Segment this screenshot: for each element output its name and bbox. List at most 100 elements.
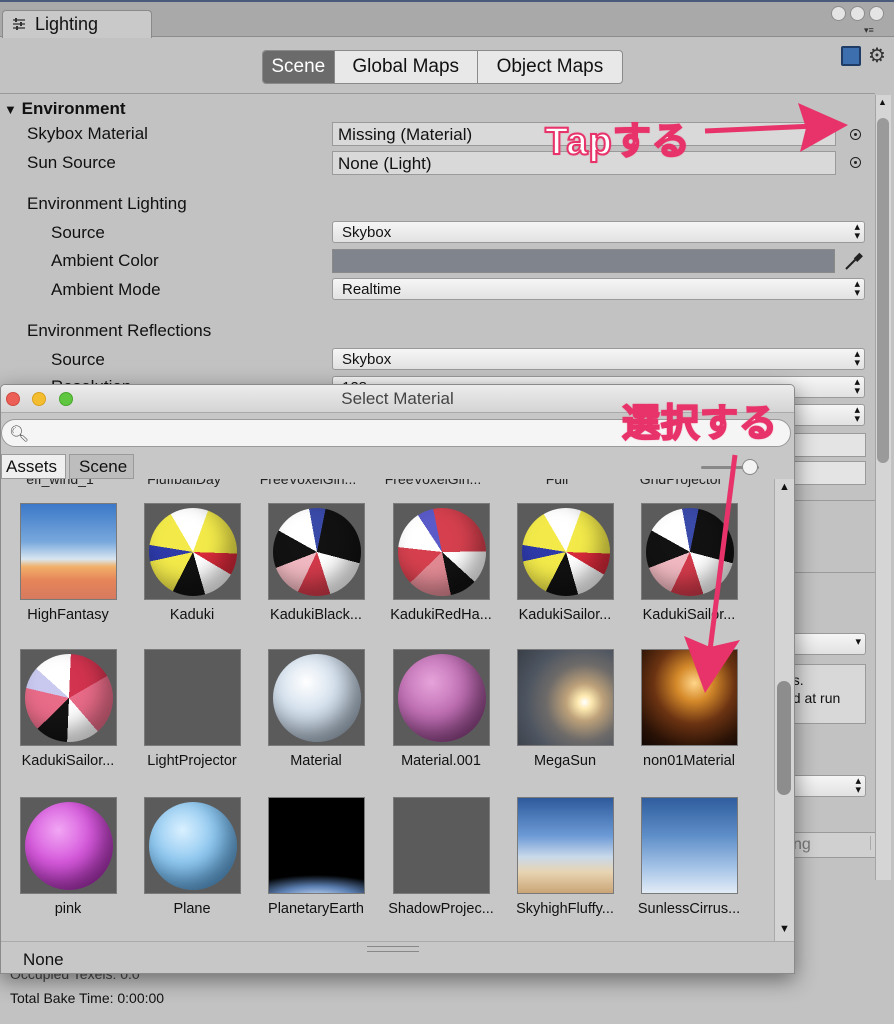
material-thumbnail[interactable] (641, 797, 738, 894)
window-button-2[interactable] (850, 6, 865, 21)
material-name: KadukiBlack... (270, 607, 362, 623)
material-item[interactable]: HighFantasy (9, 503, 127, 643)
material-name: Material.001 (401, 753, 481, 769)
material-item[interactable]: KadukiSailor... (9, 649, 127, 789)
material-item[interactable]: PlanetaryEarth (257, 797, 375, 937)
grid-label-partial[interactable]: FreeVoxelGirl... (374, 479, 492, 487)
search-icon: 🔍︎ (9, 426, 30, 443)
material-sphere (398, 508, 486, 596)
reflection-source-value: Skybox (342, 351, 392, 368)
tab-scene[interactable]: Scene (263, 51, 335, 83)
material-sphere (25, 802, 113, 890)
environment-lighting-header: Environment Lighting (27, 194, 187, 213)
material-thumbnail[interactable] (268, 797, 365, 894)
tab-global-maps[interactable]: Global Maps (335, 51, 478, 83)
material-name: KadukiSailor... (642, 607, 736, 623)
eyedropper-icon[interactable] (842, 250, 864, 272)
material-sphere (273, 654, 361, 742)
material-item[interactable]: SkyhighFluffy... (506, 797, 624, 937)
material-thumbnail[interactable] (144, 649, 241, 746)
material-thumbnail[interactable] (393, 797, 490, 894)
material-item[interactable]: pink (9, 797, 127, 937)
material-item[interactable]: KadukiRedHa... (382, 503, 500, 643)
material-name: Material (290, 753, 342, 769)
material-thumbnail[interactable] (20, 503, 117, 600)
material-item[interactable]: Plane (133, 797, 251, 937)
help-book-icon[interactable] (841, 46, 861, 66)
material-item[interactable]: KadukiBlack... (257, 503, 375, 643)
dialog-scroll-thumb[interactable] (777, 681, 791, 795)
material-sphere (646, 508, 734, 596)
menu-icon[interactable]: ▾≡ (864, 25, 874, 36)
material-item[interactable]: non01Material (630, 649, 748, 789)
material-thumbnail[interactable] (144, 503, 241, 600)
material-name: HighFantasy (27, 607, 109, 623)
scroll-down-icon[interactable]: ▼ (779, 923, 790, 935)
window-button-3[interactable] (869, 6, 884, 21)
material-name: Kaduki (169, 607, 215, 623)
none-selection[interactable]: None (23, 950, 64, 970)
material-name: PlanetaryEarth (268, 901, 364, 917)
main-scroll-thumb[interactable] (877, 118, 889, 463)
material-name: ShadowProjec... (388, 901, 494, 917)
sun-source-label: Sun Source (27, 153, 116, 172)
tab-scene-objects[interactable]: Scene (69, 454, 134, 479)
grid-label-partial[interactable]: FreeVoxelGirl... (249, 479, 367, 487)
material-thumbnail[interactable] (20, 797, 117, 894)
material-item[interactable]: KadukiSailor... (506, 503, 624, 643)
material-thumbnail[interactable] (517, 797, 614, 894)
chevron-down-icon: ▾ (855, 636, 861, 648)
material-thumbnail[interactable] (268, 503, 365, 600)
lighting-tab[interactable]: Lighting (2, 10, 152, 38)
resize-grip-icon[interactable] (367, 946, 419, 952)
material-thumbnail[interactable] (393, 649, 490, 746)
grid-label-partial[interactable]: FluffballDay (125, 479, 243, 487)
window-button-1[interactable] (831, 6, 846, 21)
material-item[interactable]: MegaSun (506, 649, 624, 789)
tab-title: Lighting (35, 14, 99, 34)
material-sphere (273, 508, 361, 596)
material-thumbnail[interactable] (20, 649, 117, 746)
material-item[interactable]: KadukiSailor... (630, 503, 748, 643)
material-name: Plane (173, 901, 211, 917)
select-annotation: 選択する (621, 402, 779, 446)
grid-label-partial[interactable]: GridProjector (622, 479, 740, 487)
sun-picker-icon[interactable] (850, 157, 861, 168)
material-thumbnail[interactable] (517, 649, 614, 746)
sliders-icon (13, 18, 25, 30)
material-item[interactable]: ShadowProjec... (382, 797, 500, 937)
material-thumbnail[interactable] (144, 797, 241, 894)
material-name: LightProjector (147, 753, 237, 769)
material-name: KadukiRedHa... (390, 607, 492, 623)
material-item[interactable]: Kaduki (133, 503, 251, 643)
material-thumbnail[interactable] (268, 649, 365, 746)
environment-foldout[interactable]: ▼ Environment (4, 99, 126, 119)
generate-lighting-button[interactable]: ng▾ (780, 832, 888, 858)
tab-object-maps[interactable]: Object Maps (478, 51, 622, 83)
material-item[interactable]: SunlessCirrus... (630, 797, 748, 937)
material-thumbnail[interactable] (641, 503, 738, 600)
material-sphere (522, 508, 610, 596)
reflection-source-dropdown[interactable]: Skybox ▴ ▾ (332, 348, 865, 370)
scroll-up-icon[interactable]: ▲ (779, 481, 790, 493)
material-item[interactable]: Material.001 (382, 649, 500, 789)
ambient-mode-dropdown[interactable]: Realtime ▴ ▾ (332, 278, 865, 300)
material-name: MegaSun (533, 753, 597, 769)
ambient-color-swatch[interactable] (332, 249, 835, 273)
material-item[interactable]: Material (257, 649, 375, 789)
material-thumbnail[interactable] (641, 649, 738, 746)
grid-label-partial[interactable]: Full (498, 479, 616, 487)
updown-arrow-icon: ▴ ▾ (854, 376, 860, 397)
dialog-footer: None (1, 941, 794, 973)
scroll-up-icon[interactable]: ▲ (878, 97, 887, 107)
mode-segmented-control: Scene Global Maps Object Maps (262, 50, 623, 84)
lighting-source-dropdown[interactable]: Skybox ▴ ▾ (332, 221, 865, 243)
material-item[interactable]: LightProjector (133, 649, 251, 789)
material-thumbnail[interactable] (393, 503, 490, 600)
object-picker-icon[interactable] (850, 129, 861, 140)
tab-assets[interactable]: Assets (1, 454, 66, 479)
material-thumbnail[interactable] (517, 503, 614, 600)
slider-knob[interactable] (742, 459, 758, 475)
grid-label-partial[interactable]: eff_wind_1 (1, 479, 119, 487)
gear-icon[interactable]: ⚙ (868, 43, 886, 68)
